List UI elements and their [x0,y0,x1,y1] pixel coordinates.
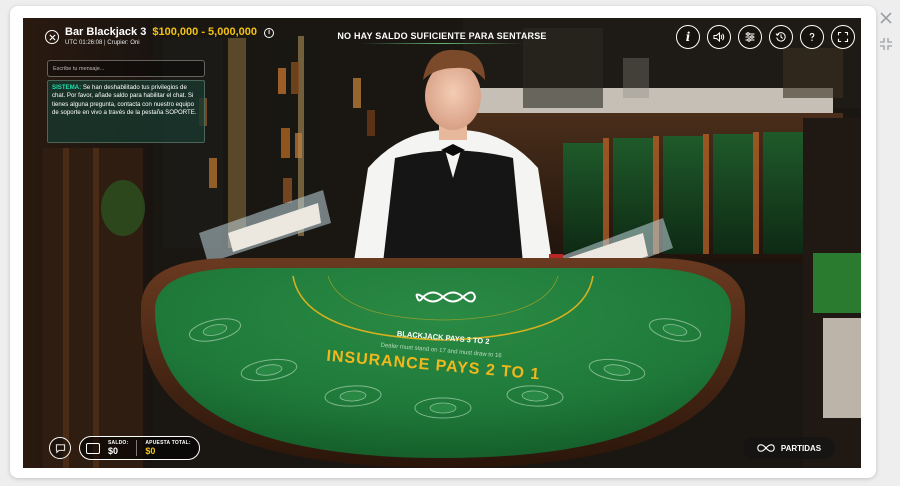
chat-system-message: SISTEMA: Se han deshabilitado tus privil… [47,80,205,143]
total-bet-block: APUESTA TOTAL: $0 [145,439,191,456]
chat-bubble-icon [55,443,65,453]
live-game-stage: BLACKJACK PAYS 3 TO 2 Dealer must stand … [23,18,861,468]
total-bet-label: APUESTA TOTAL: [145,439,191,446]
shrink-icon[interactable] [876,34,896,54]
wallet-icon [86,442,100,454]
partidas-label: PARTIDAS [780,443,822,453]
balance-label: SALDO: [108,439,129,446]
chat-toggle-button[interactable] [49,437,71,459]
total-bet-value: $0 [145,445,156,456]
balance-block: SALDO: $0 [108,439,129,456]
chat-message-input[interactable] [47,60,205,77]
notice-underline [360,43,525,44]
modal-side-controls [872,6,898,58]
fullscreen-icon[interactable] [831,25,855,49]
balance-value: $0 [108,445,119,456]
bottom-left-controls: SALDO: $0 APUESTA TOTAL: $0 [49,436,200,460]
infinity-icon [757,444,775,452]
settings-sliders-icon[interactable] [738,25,762,49]
balance-pill: SALDO: $0 APUESTA TOTAL: $0 [79,436,200,460]
game-toolbar: i [676,25,855,49]
volume-icon[interactable] [707,25,731,49]
pill-divider [136,440,138,456]
info-icon[interactable]: i [676,25,700,49]
partidas-button[interactable]: PARTIDAS [743,437,835,459]
help-icon[interactable] [800,25,824,49]
history-icon[interactable] [769,25,793,49]
close-icon[interactable] [876,8,896,28]
bar-green-panels [563,132,803,254]
system-label: SISTEMA: [52,84,82,91]
